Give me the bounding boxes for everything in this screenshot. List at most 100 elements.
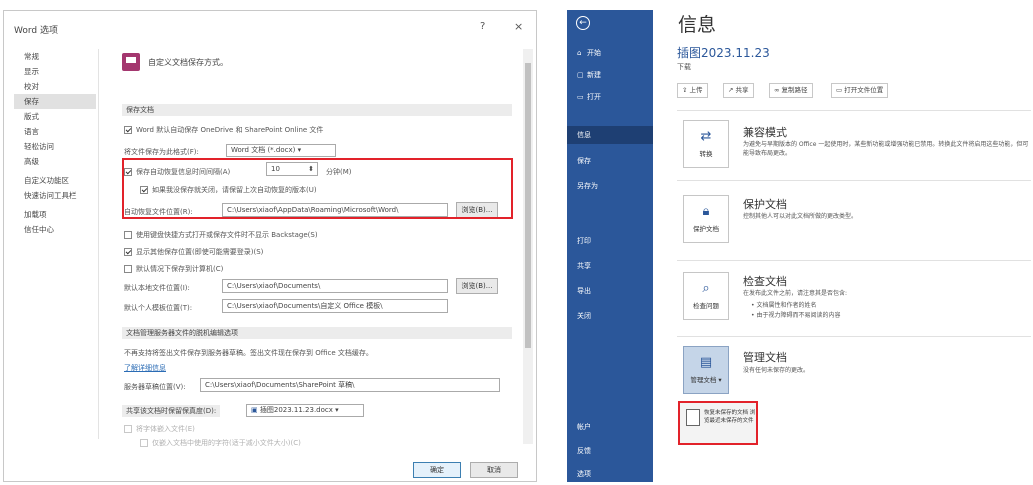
backstage-main: 信息 插图2023.11.23 下载 ⇪ 上传 ↗ 共享 ∞ 复制路径 ▭ 打开… [653,10,1033,482]
divider [677,260,1031,261]
document-path: 下载 [677,63,691,71]
protect-document-title: 保护文档 [743,198,787,211]
inspect-document-desc: 在发布此文件之前，请注意其是否包含: [743,290,848,297]
convert-icon: ⇄ [700,129,712,144]
bs-nav-print[interactable]: 打印 [567,232,653,250]
learn-more-link[interactable]: 了解详细信息 [124,363,166,373]
nav-item-proofing[interactable]: 校对 [14,79,96,94]
backstage-view: ← ⌂ 开始 ▢ 新建 ▭ 打开 信息 保存 另存为 打印 共享 导出 关闭 帐户 反… [567,10,1033,482]
nav-item-general[interactable]: 常规 [14,49,96,64]
recover-unsaved-menu-item[interactable]: 恢复未保存的文档 浏览最近未保存的文件 [678,401,758,445]
embed-used-chars-checkbox[interactable] [140,439,148,447]
nav-divider [98,49,99,439]
protect-document-desc: 控制其他人可以对此文档所做的更改类型。 [743,213,858,220]
onedrive-autosave-checkbox[interactable] [124,126,132,134]
save-icon [122,53,140,71]
nav-item-language[interactable]: 语言 [14,124,96,139]
embed-fonts-option[interactable]: 将字体嵌入文件(E) [124,424,195,434]
bs-nav-open[interactable]: ▭ 打开 [567,88,653,106]
bs-nav-options[interactable]: 选项 [567,465,653,482]
no-backstage-option[interactable]: 使用键盘快捷方式打开或保存文件时不显示 Backstage(S) [124,230,318,240]
document-name: 插图2023.11.23 [677,46,770,60]
server-drafts-input[interactable]: C:\Users\xiaof\Documents\SharePoint 草稿\ [200,378,500,392]
onedrive-autosave-option[interactable]: Word 默认自动保存 OneDrive 和 SharePoint Online… [124,125,323,135]
options-scrollbar[interactable] [523,49,533,444]
folder-open-icon: ▭ [836,86,843,94]
recover-unsaved-label: 恢复未保存的文档 浏览最近未保存的文件 [704,410,756,424]
upload-button[interactable]: ⇪ 上传 [677,83,708,98]
new-document-icon: ▢ [577,71,584,79]
bs-nav-save-as[interactable]: 另存为 [567,177,653,195]
embed-used-chars-option[interactable]: 仅嵌入文档中使用的字符(适于减小文件大小)(C) [140,438,301,448]
bs-nav-account[interactable]: 帐户 [567,418,653,436]
default-local-path-label: 默认本地文件位置(I): [124,284,190,292]
upload-icon: ⇪ [682,86,688,94]
save-header-text: 自定义文档保存方式。 [148,58,228,67]
recover-document-icon [686,409,700,426]
embed-fonts-checkbox[interactable] [124,425,132,433]
manage-document-icon: ▤ [699,355,713,370]
highlight-autorecover-box [122,158,513,219]
bs-nav-close[interactable]: 关闭 [567,307,653,325]
divider [677,180,1031,181]
ok-button[interactable]: 确定 [413,462,461,478]
nav-item-display[interactable]: 显示 [14,64,96,79]
section-offline-editing: 文档管理服务器文件的脱机编辑选项 [122,327,512,339]
offline-description: 不再支持将签出文件保存到服务器草稿。签出文件现在保存到 Office 文档缓存。 [124,349,373,357]
bs-nav-info[interactable]: 信息 [567,126,653,144]
close-button[interactable]: × [514,20,523,33]
share-button[interactable]: ↗ 共享 [723,83,754,98]
home-icon: ⌂ [577,49,582,57]
share-icon: ↗ [728,86,734,94]
nav-item-layout[interactable]: 版式 [14,109,96,124]
nav-item-quick-access[interactable]: 快速访问工具栏 [14,188,96,203]
folder-icon: ▭ [577,93,584,101]
bs-nav-home[interactable]: ⌂ 开始 [567,44,653,62]
word-options-dialog: Word 选项 ? × 常规 显示 校对 保存 版式 语言 轻松访问 高级 自定… [3,10,537,482]
check-issues-tile[interactable]: ⌕ 检查问题 [683,272,729,320]
save-options-content: 自定义文档保存方式。 保存文档 Word 默认自动保存 OneDrive 和 S… [104,49,520,447]
default-local-option[interactable]: 默认情况下保存到计算机(C) [124,264,223,274]
format-select[interactable]: Word 文档 (*.docx) ▾ [226,144,336,157]
bs-nav-export[interactable]: 导出 [567,282,653,300]
copy-path-button[interactable]: ∞ 复制路径 [769,83,813,98]
nav-item-accessibility[interactable]: 轻松访问 [14,139,96,154]
options-nav: 常规 显示 校对 保存 版式 语言 轻松访问 高级 自定义功能区 快速访问工具栏… [14,49,96,439]
nav-item-advanced[interactable]: 高级 [14,154,96,169]
convert-tile[interactable]: ⇄ 转换 [683,120,729,168]
bs-nav-feedback[interactable]: 反馈 [567,442,653,460]
bs-nav-share[interactable]: 共享 [567,257,653,275]
default-local-path-input[interactable]: C:\Users\xiaof\Documents\ [222,279,448,293]
back-arrow-icon[interactable]: ← [576,16,590,30]
server-drafts-label: 服务器草稿位置(V): [124,383,186,391]
nav-item-addins[interactable]: 加载项 [14,207,96,222]
template-path-input[interactable]: C:\Users\xiaof\Documents\自定义 Office 模板\ [222,299,448,313]
no-backstage-checkbox[interactable] [124,231,132,239]
divider [677,110,1031,111]
format-label: 将文件保存为此格式(F): [124,148,199,156]
bs-nav-save[interactable]: 保存 [567,152,653,170]
open-location-button[interactable]: ▭ 打开文件位置 [831,83,889,98]
bs-nav-new[interactable]: ▢ 新建 [567,66,653,84]
word-doc-icon: ▣ [251,406,258,414]
nav-item-trust-center[interactable]: 信任中心 [14,222,96,237]
dialog-title: Word 选项 [14,26,58,36]
show-more-locations-checkbox[interactable] [124,248,132,256]
lock-icon: 🔒︎ [702,204,710,219]
compat-mode-desc: 为避免与早期版本的 Office 一起使用时，某些新功能或增强功能已禁用。转换此… [743,141,1029,157]
nav-item-customize-ribbon[interactable]: 自定义功能区 [14,173,96,188]
manage-document-title: 管理文档 [743,351,787,364]
default-local-checkbox[interactable] [124,265,132,273]
inspect-document-title: 检查文档 [743,275,787,288]
show-more-locations-option[interactable]: 显示其他保存位置(即使可能需要登录)(S) [124,247,263,257]
compat-mode-title: 兼容模式 [743,126,787,139]
inspect-bullet: • 由于视力障碍而不易阅读的内容 [751,312,841,319]
default-local-browse-button[interactable]: 浏览(B)... [456,278,498,294]
cancel-button[interactable]: 取消 [470,462,518,478]
fidelity-document-select[interactable]: ▣ 插图2023.11.23.docx ▾ [246,404,364,417]
help-button[interactable]: ? [480,21,485,32]
manage-document-tile[interactable]: ▤ 管理文档 ▾ [683,346,729,394]
scrollbar-thumb[interactable] [525,63,531,348]
nav-item-save[interactable]: 保存 [14,94,96,109]
protect-document-tile[interactable]: 🔒︎ 保护文档 [683,195,729,243]
